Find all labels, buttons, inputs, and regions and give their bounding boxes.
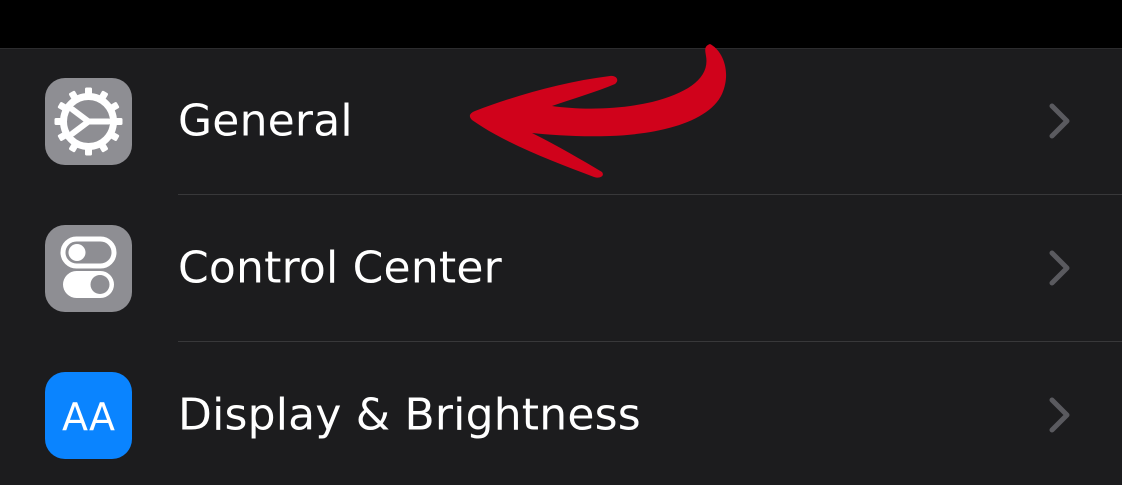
settings-row-label: General	[178, 95, 353, 147]
settings-screen: General Control Center AA Display & Brig…	[0, 0, 1122, 485]
top-bar	[0, 0, 1122, 48]
chevron-right-icon	[1049, 103, 1070, 139]
chevron-right-icon	[1049, 250, 1070, 286]
toggles-icon	[60, 236, 117, 298]
general-icon-tile	[45, 78, 132, 165]
chevron-right-icon	[1049, 397, 1070, 433]
display-brightness-icon-tile: AA	[45, 372, 132, 459]
text-size-glyph: AA	[62, 395, 115, 439]
gear-icon	[54, 87, 123, 156]
settings-row-label: Control Center	[178, 242, 502, 294]
control-center-icon-tile	[45, 225, 132, 312]
settings-row-general[interactable]: General	[0, 48, 1122, 194]
settings-row-display-brightness[interactable]: AA Display & Brightness	[0, 342, 1122, 485]
settings-row-label: Display & Brightness	[178, 389, 641, 441]
settings-row-control-center[interactable]: Control Center	[0, 195, 1122, 341]
text-size-icon: AA	[62, 395, 115, 439]
